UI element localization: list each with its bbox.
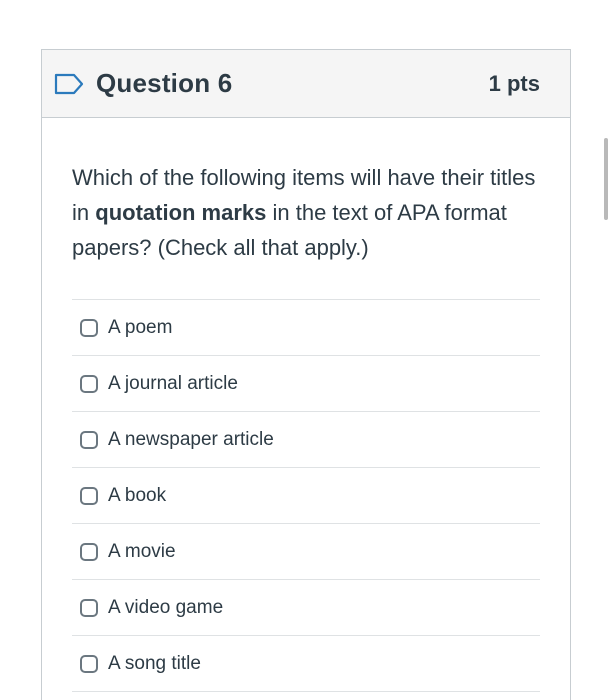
answer-option[interactable]: A song title (72, 636, 540, 692)
answer-option[interactable]: A video game (72, 580, 540, 636)
answer-checkbox[interactable] (80, 374, 98, 393)
answer-option[interactable]: A poem (72, 300, 540, 356)
question-title: Question 6 (96, 68, 233, 98)
answer-checkbox[interactable] (80, 654, 98, 673)
question-card: Question 6 1 pts Which of the following … (41, 49, 571, 700)
flag-question-icon[interactable] (54, 72, 86, 96)
answer-label[interactable]: A song title (108, 653, 201, 675)
answer-list: A poem A journal article A newspaper art… (72, 299, 540, 692)
quiz-page: Question 6 1 pts Which of the following … (0, 0, 613, 700)
answer-label[interactable]: A video game (108, 597, 223, 619)
question-text-emphasis: quotation marks (95, 200, 267, 225)
answer-checkbox[interactable] (80, 598, 98, 617)
answer-checkbox[interactable] (80, 430, 98, 449)
answer-option[interactable]: A book (72, 468, 540, 524)
answer-label[interactable]: A movie (108, 541, 176, 563)
question-points: 1 pts (488, 70, 540, 96)
answer-label[interactable]: A poem (108, 317, 172, 339)
answer-checkbox[interactable] (80, 486, 98, 505)
question-text: Which of the following items will have t… (72, 160, 540, 265)
answer-label[interactable]: A newspaper article (108, 429, 274, 451)
answer-checkbox[interactable] (80, 318, 98, 337)
answer-option[interactable]: A newspaper article (72, 412, 540, 468)
question-header: Question 6 1 pts (42, 50, 570, 118)
answer-label[interactable]: A book (108, 485, 166, 507)
answer-option[interactable]: A journal article (72, 356, 540, 412)
scrollbar-thumb[interactable] (604, 138, 608, 220)
answer-label[interactable]: A journal article (108, 373, 238, 395)
question-body: Which of the following items will have t… (42, 118, 570, 692)
answer-option[interactable]: A movie (72, 524, 540, 580)
answer-checkbox[interactable] (80, 542, 98, 561)
